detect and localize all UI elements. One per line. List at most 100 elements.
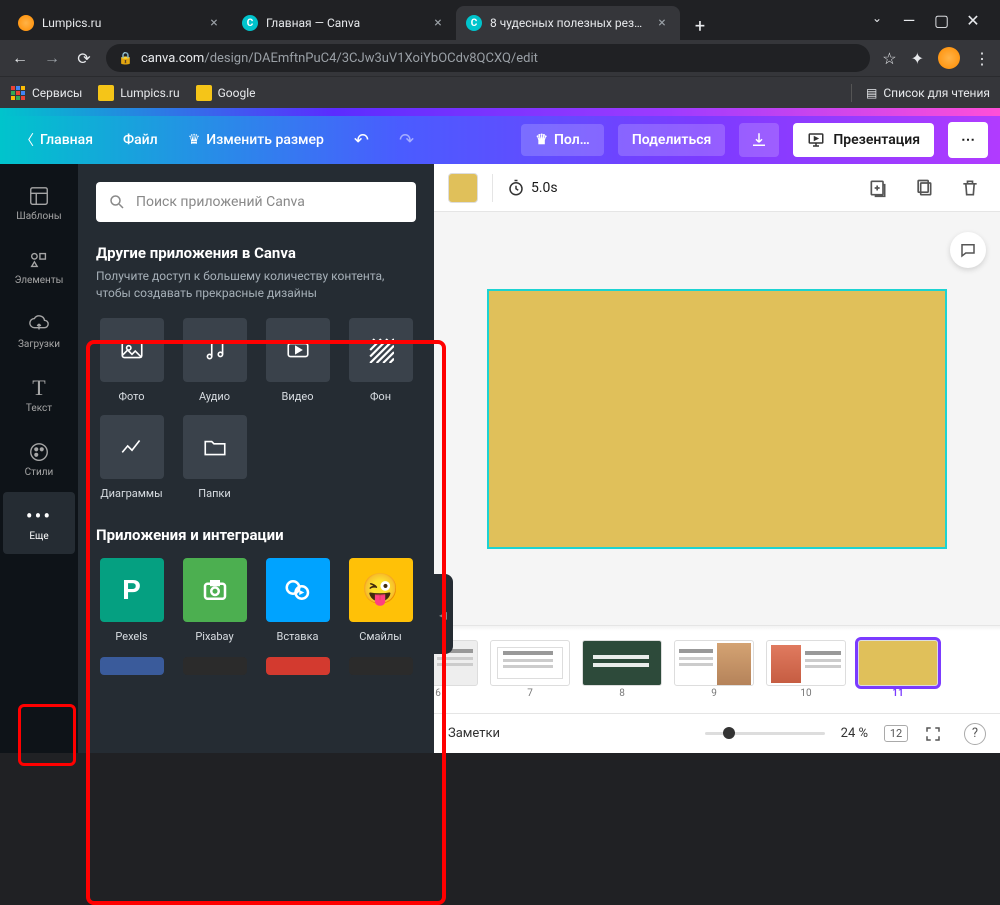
pro-label: Пол… <box>554 132 590 148</box>
integrations-grid: P Pexels Pixabay Вставка 😜 Смайлы <box>96 558 416 643</box>
add-page-button[interactable] <box>862 172 894 204</box>
app-partial-2[interactable] <box>179 657 250 675</box>
undo-button[interactable]: ↶ <box>346 124 377 157</box>
home-button[interactable]: 〈 Главная <box>12 124 101 156</box>
bookmark-lumpics[interactable]: Lumpics.ru <box>98 85 179 101</box>
styles-icon <box>28 441 50 463</box>
zoom-knob[interactable] <box>723 727 735 739</box>
rail-elements[interactable]: Элементы <box>3 236 75 298</box>
current-slide[interactable] <box>487 289 947 549</box>
panel-collapse-handle[interactable]: ◂ <box>433 574 453 654</box>
share-button[interactable]: Поделиться <box>618 124 725 156</box>
app-partial-1[interactable] <box>96 657 167 675</box>
fullscreen-button[interactable] <box>924 725 948 743</box>
resize-button[interactable]: ♛ Изменить размер <box>180 126 332 154</box>
menu-icon[interactable]: ⋮ <box>974 49 990 68</box>
app-charts[interactable]: Диаграммы <box>96 415 167 500</box>
delete-page-button[interactable] <box>954 172 986 204</box>
rail-label: Шаблоны <box>16 211 61 222</box>
app-audio[interactable]: Аудио <box>179 318 250 403</box>
thumb-11[interactable]: 11 <box>858 640 938 699</box>
more-menu-button[interactable]: ⋯ <box>948 122 988 158</box>
star-icon[interactable]: ☆ <box>882 49 896 68</box>
app-pixabay[interactable]: Pixabay <box>179 558 250 643</box>
folder-icon <box>196 85 212 101</box>
thumb-number: 11 <box>892 688 903 699</box>
rail-styles[interactable]: Стили <box>3 428 75 490</box>
url-input[interactable]: 🔒 canva.com/design/DAEmftnPuC4/3CJw3uV1X… <box>106 44 870 72</box>
browser-tab-canva-design[interactable]: C 8 чудесных полезных результа × <box>456 6 680 40</box>
thumb-10[interactable]: 10 <box>766 640 846 699</box>
reading-list-button[interactable]: ▤ Список для чтения <box>851 84 990 102</box>
apps-panel: Другие приложения в Canva Получите досту… <box>78 164 434 753</box>
present-button[interactable]: Презентация <box>793 123 934 157</box>
tab-close-icon[interactable]: × <box>206 15 222 31</box>
tab-close-icon[interactable]: × <box>430 15 446 31</box>
forward-button[interactable]: → <box>42 48 62 68</box>
text-icon: T <box>32 377 45 399</box>
notes-button[interactable]: Заметки <box>448 726 500 741</box>
apps-search-input[interactable] <box>136 194 404 210</box>
page-count-button[interactable]: 12 <box>884 725 908 742</box>
crown-icon: ♛ <box>535 132 548 148</box>
comment-button[interactable] <box>950 232 986 268</box>
app-background[interactable]: Фон <box>345 318 416 403</box>
page-color-swatch[interactable] <box>448 173 478 203</box>
close-window-icon[interactable]: ✕ <box>966 11 980 30</box>
app-photo[interactable]: Фото <box>96 318 167 403</box>
bookmark-services[interactable]: Сервисы <box>10 85 82 101</box>
duration-value: 5.0s <box>531 180 558 196</box>
thumb-number: 7 <box>527 688 533 699</box>
chevron-down-icon[interactable]: ⌄ <box>870 11 884 30</box>
maximize-icon[interactable]: ▢ <box>934 11 948 30</box>
comment-icon <box>959 241 977 259</box>
app-partial-3[interactable] <box>262 657 333 675</box>
apps-section-title: Другие приложения в Canva <box>96 244 416 262</box>
new-tab-button[interactable]: + <box>686 12 714 40</box>
minimize-icon[interactable]: — <box>902 11 916 30</box>
back-button[interactable]: ← <box>10 48 30 68</box>
apps-search[interactable] <box>96 182 416 222</box>
window-controls: ⌄ — ▢ ✕ <box>858 11 992 40</box>
duration-button[interactable]: 5.0s <box>507 179 558 197</box>
browser-tab-canva-home[interactable]: C Главная — Canva × <box>232 6 456 40</box>
app-video[interactable]: Видео <box>262 318 333 403</box>
rail-more[interactable]: ••• Еще <box>3 492 75 554</box>
reload-button[interactable]: ⟳ <box>74 49 94 68</box>
file-menu[interactable]: Файл <box>115 126 166 154</box>
tab-close-icon[interactable]: × <box>654 15 670 31</box>
help-button[interactable]: ? <box>964 723 986 745</box>
thumb-8[interactable]: 8 <box>582 640 662 699</box>
thumb-number: 8 <box>619 688 625 699</box>
extension-icon[interactable]: ✦ <box>911 49 924 68</box>
rail-templates[interactable]: Шаблоны <box>3 172 75 234</box>
zoom-value[interactable]: 24 % <box>841 726 868 741</box>
download-button[interactable] <box>739 123 779 157</box>
pro-button[interactable]: ♛ Пол… <box>521 124 603 156</box>
app-partial-4[interactable] <box>345 657 416 675</box>
duplicate-page-button[interactable] <box>908 172 940 204</box>
folder-icon <box>202 434 228 460</box>
app-folders[interactable]: Папки <box>179 415 250 500</box>
redo-button[interactable]: ↷ <box>391 124 422 157</box>
app-pexels[interactable]: P Pexels <box>96 558 167 643</box>
zoom-slider[interactable] <box>705 732 825 735</box>
canvas-stage[interactable] <box>434 212 1000 625</box>
browser-tabs: Lumpics.ru × C Главная — Canva × C 8 чуд… <box>8 4 858 40</box>
rail-label: Текст <box>26 403 52 414</box>
uploads-icon <box>28 313 50 335</box>
rail-text[interactable]: T Текст <box>3 364 75 426</box>
app-emoji[interactable]: 😜 Смайлы <box>345 558 416 643</box>
browser-tab-lumpics[interactable]: Lumpics.ru × <box>8 6 232 40</box>
photo-icon <box>119 337 145 363</box>
home-label: Главная <box>40 132 93 148</box>
thumb-9[interactable]: 9 <box>674 640 754 699</box>
emoji-icon: 😜 <box>349 558 413 622</box>
profile-avatar[interactable] <box>938 47 960 69</box>
app-embed[interactable]: Вставка <box>262 558 333 643</box>
integrations-grid-2 <box>96 657 416 675</box>
templates-icon <box>28 185 50 207</box>
thumb-7[interactable]: 7 <box>490 640 570 699</box>
rail-uploads[interactable]: Загрузки <box>3 300 75 362</box>
bookmark-google[interactable]: Google <box>196 85 256 101</box>
